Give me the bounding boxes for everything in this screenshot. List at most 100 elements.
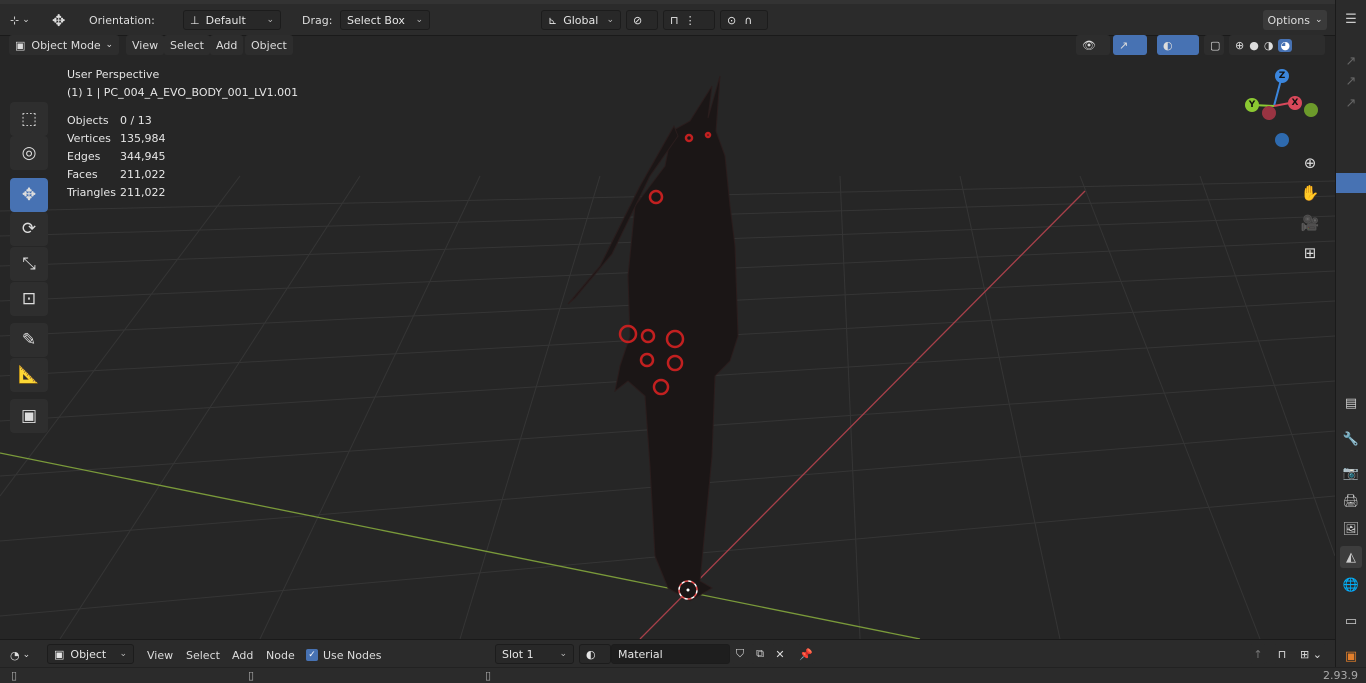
chevron-down-icon: ⌄	[559, 649, 567, 659]
orientation-dropdown[interactable]: ⊥ Default ⌄	[183, 10, 281, 30]
gizmo-icon: ↗	[1119, 38, 1129, 52]
world-properties-icon[interactable]: 🌐	[1340, 574, 1362, 596]
drag-dropdown[interactable]: Select Box ⌄	[340, 10, 430, 30]
zoom-icon[interactable]: ⊕	[1297, 150, 1323, 176]
editor-type-icon[interactable]: ▤	[1340, 392, 1362, 414]
active-object-label: (1) 1 | PC_004_A_EVO_BODY_001_LV1.001	[67, 86, 299, 99]
outliner-icon[interactable]: ☰	[1340, 8, 1362, 30]
menu-node[interactable]: Node	[266, 646, 295, 664]
duplicate-material-icon[interactable]: ⧉	[751, 644, 769, 664]
select-box-tool[interactable]: ⬚	[10, 102, 48, 136]
wireframe-shading-icon[interactable]: ⊕	[1235, 39, 1244, 52]
hand-pan-icon[interactable]: ✋	[1297, 180, 1323, 206]
move-tool-icon[interactable]: ✥	[52, 10, 65, 30]
mouse-left-icon: ▯	[11, 669, 18, 682]
annotate-tool[interactable]: ✎	[10, 323, 48, 357]
stat-value: 211,022	[120, 168, 166, 181]
rotate-icon: ⟳	[21, 219, 37, 239]
slot-dropdown[interactable]: Slot 1 ⌄	[495, 644, 574, 664]
parent-node-tree-icon[interactable]: ↑	[1249, 644, 1267, 664]
fake-user-icon[interactable]: ⛉	[731, 644, 749, 664]
menu-view[interactable]: View	[126, 35, 165, 55]
pin-icon[interactable]: ↗	[1340, 92, 1362, 114]
tool-settings-icon[interactable]: 🔧	[1340, 428, 1362, 450]
snap-icon[interactable]: ⊓	[1273, 644, 1291, 664]
transform-orientation-dropdown[interactable]: ⊾ Global ⌄	[541, 10, 621, 30]
menu-select[interactable]: Select	[164, 35, 210, 55]
status-bar: ▯ ▯ ▯ 2.93.9	[0, 667, 1366, 683]
visibility-dropdown[interactable]: 👁	[1076, 35, 1110, 55]
neg-x-axis-handle[interactable]	[1262, 106, 1276, 120]
camera-icon[interactable]: 🎥	[1297, 210, 1323, 236]
mouse-middle-icon: ▯	[248, 669, 255, 682]
viewport-stats-overlay: User Perspective (1) 1 | PC_004_A_EVO_BO…	[67, 66, 298, 202]
render-properties-icon[interactable]: 📷	[1340, 462, 1362, 484]
transform-tool[interactable]: ⊡	[10, 282, 48, 316]
view-layer-icon[interactable]: 🖼	[1340, 518, 1362, 540]
menu-object[interactable]: Object	[245, 35, 293, 55]
editor-type-button[interactable]: ◔ ⌄	[10, 646, 30, 664]
cursor-tool[interactable]: ◎	[10, 136, 48, 170]
stat-value: 344,945	[120, 150, 166, 163]
options-label: Options	[1267, 13, 1310, 27]
axes-icon: ⊾	[548, 13, 558, 27]
menu-select[interactable]: Select	[186, 646, 220, 664]
neg-z-axis-handle[interactable]	[1275, 133, 1289, 147]
pivot-point-dropdown[interactable]: ⊘	[626, 10, 658, 30]
snap-dropdown[interactable]: ⊓ ⋮	[663, 10, 715, 30]
mode-dropdown[interactable]: ▣ Object Mode ⌄	[9, 35, 119, 55]
orientation-value: Default	[205, 13, 246, 27]
proportional-edit-dropdown[interactable]: ⊙ ∩	[720, 10, 768, 30]
options-button[interactable]: Options ⌄	[1263, 10, 1327, 30]
grid-perspective-icon[interactable]: ⊞	[1297, 240, 1323, 266]
add-cube-tool[interactable]: ▣	[10, 399, 48, 433]
drag-label: Drag:	[302, 13, 333, 27]
overlays-toggle[interactable]: ◐	[1157, 35, 1199, 55]
snap-target-dropdown[interactable]: ⊞ ⌄	[1295, 644, 1327, 664]
chevron-down-icon: ⌄	[105, 40, 113, 50]
z-axis-handle[interactable]: Z	[1275, 69, 1289, 83]
properties-sidebar: ☰ ↗ ↗ ↗ ▤ 🔧 📷 🖨 🖼 ◭ 🌐 ▭ ▣	[1335, 0, 1366, 683]
scroll-indicator[interactable]	[1336, 173, 1366, 193]
unlink-material-icon[interactable]: ✕	[771, 644, 789, 664]
pin-icon[interactable]: 📌	[797, 644, 815, 664]
checkmark-icon: ✓	[306, 649, 318, 661]
scale-tool[interactable]: ⤡	[10, 247, 48, 281]
use-nodes-checkbox[interactable]: ✓ Use Nodes	[306, 646, 382, 664]
neg-y-axis-handle[interactable]	[1304, 103, 1318, 117]
object-mode-icon: ▣	[15, 38, 26, 52]
material-shading-icon[interactable]: ◑	[1264, 39, 1274, 52]
gizmo-toggle[interactable]: ↗	[1113, 35, 1147, 55]
output-properties-icon[interactable]: 🖨	[1340, 490, 1362, 512]
falloff-icon: ∩	[744, 13, 753, 27]
shader-type-dropdown[interactable]: ▣ Object ⌄	[47, 644, 134, 664]
y-axis-handle[interactable]: Y	[1245, 98, 1259, 112]
move-icon: ✥	[21, 185, 37, 205]
orientation-icon: ⊥	[190, 13, 200, 27]
rendered-shading-icon[interactable]: ◕	[1278, 38, 1293, 52]
stat-label: Faces	[67, 168, 98, 181]
material-browse-dropdown[interactable]: ◐	[579, 644, 611, 664]
stat-value: 135,984	[120, 132, 166, 145]
xray-toggle[interactable]: ▢	[1204, 35, 1224, 55]
editor-type-button[interactable]: ⊹ ⌄	[10, 10, 30, 30]
pin-icon[interactable]: ↗	[1340, 70, 1362, 92]
workspace-tabs-strip	[0, 0, 1335, 4]
shader-editor-icon: ◔	[10, 648, 20, 662]
pin-icon[interactable]: ↗	[1340, 50, 1362, 72]
snap-icon: ⊓	[670, 13, 679, 27]
chevron-down-icon: ⌄	[119, 649, 127, 659]
move-tool[interactable]: ✥	[10, 178, 48, 212]
menu-view[interactable]: View	[147, 646, 173, 664]
material-name-field[interactable]: Material	[611, 644, 730, 664]
collection-icon[interactable]: ▭	[1340, 610, 1362, 632]
menu-add[interactable]: Add	[210, 35, 244, 55]
menu-add[interactable]: Add	[232, 646, 253, 664]
add-cube-icon: ▣	[20, 406, 38, 426]
x-axis-handle[interactable]: X	[1288, 96, 1302, 110]
scene-properties-icon[interactable]: ◭	[1340, 546, 1362, 568]
rotate-tool[interactable]: ⟳	[10, 212, 48, 246]
object-properties-icon[interactable]: ▣	[1340, 645, 1362, 667]
measure-tool[interactable]: 📐	[10, 358, 48, 392]
solid-shading-icon[interactable]: ●	[1249, 39, 1259, 52]
